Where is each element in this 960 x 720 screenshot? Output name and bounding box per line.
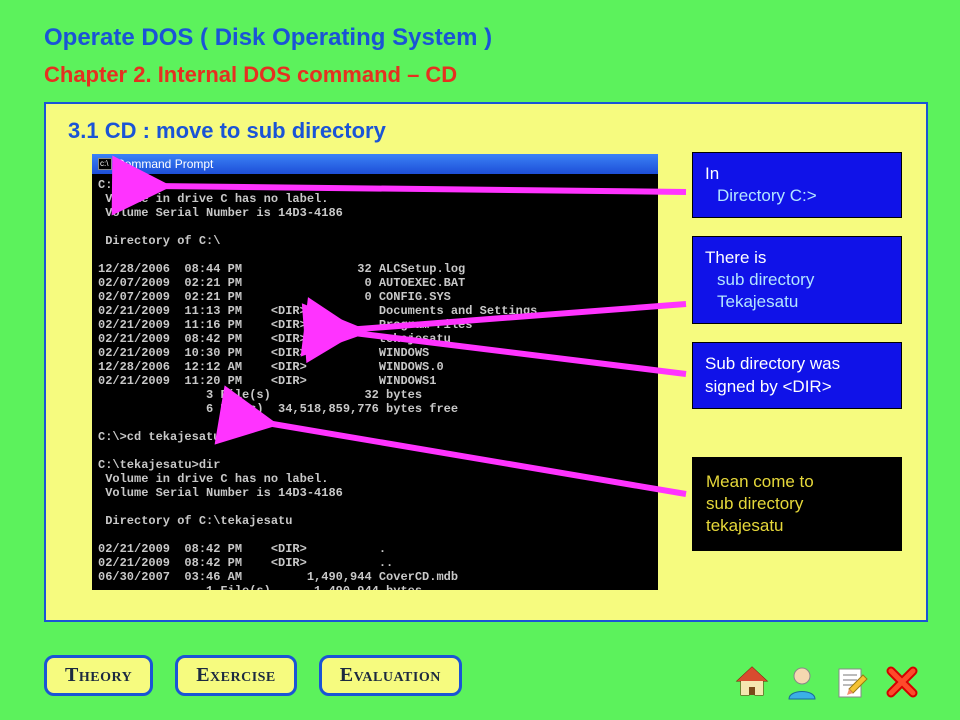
callout-2: There is sub directory Tekajesatu bbox=[692, 236, 902, 324]
terminal-titlebar: c:\ Command Prompt bbox=[92, 154, 658, 174]
command-prompt-window: c:\ Command Prompt C:\>dir Volume in dri… bbox=[92, 154, 658, 590]
page-title: Operate DOS ( Disk Operating System ) bbox=[44, 24, 944, 52]
footer-buttons: Theory Exercise Evaluation bbox=[44, 655, 462, 696]
callouts: In Directory C:> There is sub directory … bbox=[692, 152, 912, 569]
exercise-button[interactable]: Exercise bbox=[175, 655, 297, 696]
content-frame: 3.1 CD : move to sub directory c:\ Comma… bbox=[44, 102, 928, 622]
callout-1: In Directory C:> bbox=[692, 152, 902, 218]
callout-2-line1: There is bbox=[705, 247, 889, 269]
callout-2-line3: Tekajesatu bbox=[717, 291, 889, 313]
callout-3-line2: signed by <DIR> bbox=[705, 376, 889, 398]
theory-button[interactable]: Theory bbox=[44, 655, 153, 696]
section-heading: 3.1 CD : move to sub directory bbox=[68, 118, 908, 144]
callout-2-line2: sub directory bbox=[717, 269, 889, 291]
home-icon[interactable] bbox=[732, 662, 772, 702]
edit-icon[interactable] bbox=[832, 662, 872, 702]
callout-3-line1: Sub directory was bbox=[705, 353, 889, 375]
callout-4: Mean come to sub directory tekajesatu bbox=[692, 457, 902, 551]
terminal-output: C:\>dir Volume in drive C has no label. … bbox=[92, 174, 658, 590]
footer-icons bbox=[732, 662, 922, 702]
callout-1-line2: Directory C:> bbox=[717, 185, 889, 207]
callout-4-line3: tekajesatu bbox=[706, 515, 888, 537]
terminal-title: Command Prompt bbox=[116, 157, 213, 171]
callout-3: Sub directory was signed by <DIR> bbox=[692, 342, 902, 408]
chapter-title: Chapter 2. Internal DOS command – CD bbox=[44, 62, 944, 88]
cmd-icon: c:\ bbox=[98, 158, 112, 170]
callout-4-line1: Mean come to bbox=[706, 471, 888, 493]
callout-1-line1: In bbox=[705, 163, 889, 185]
evaluation-button[interactable]: Evaluation bbox=[319, 655, 462, 696]
callout-4-line2: sub directory bbox=[706, 493, 888, 515]
user-icon[interactable] bbox=[782, 662, 822, 702]
close-icon[interactable] bbox=[882, 662, 922, 702]
